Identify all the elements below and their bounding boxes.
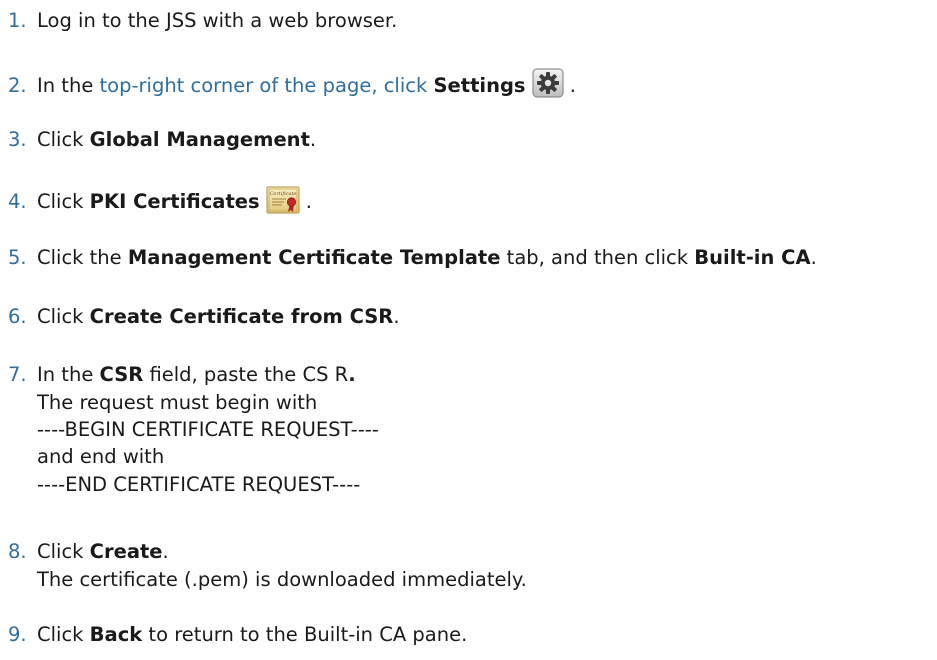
step-number: 8. — [8, 540, 27, 563]
step-text: tab, and then click — [500, 246, 695, 269]
ui-term-pki-certificates: PKI Certificates — [89, 190, 260, 213]
ui-term-settings: Settings — [433, 74, 526, 97]
step-text: Log in to the JSS with a web browser. — [37, 9, 398, 32]
ui-term-csr: CSR — [99, 363, 144, 386]
ui-term-global-management: Global Management — [89, 128, 310, 151]
step-4: 4. Click PKI Certificates Certificate . — [8, 186, 312, 221]
step-7-detail: ----BEGIN CERTIFICATE REQUEST---- — [37, 418, 379, 441]
step-text: Click — [37, 623, 90, 646]
step-number: 2. — [8, 74, 27, 97]
step-text: Click the — [37, 246, 128, 269]
step-8: 8. Click Create. — [8, 539, 169, 565]
step-7-detail: ----END CERTIFICATE REQUEST---- — [37, 473, 361, 496]
ui-term-create-certificate-from-csr: Create Certificate from CSR — [89, 305, 394, 328]
step-8-detail: The certificate (.pem) is downloaded imm… — [37, 568, 527, 591]
ui-term-create: Create — [89, 540, 163, 563]
step-number: 7. — [8, 363, 27, 386]
step-2: 2. In the top-right corner of the page, c… — [8, 68, 576, 105]
step-text: . — [393, 305, 400, 328]
step-text: . — [810, 246, 817, 269]
step-9: 9. Click Back to return to the Built-in C… — [8, 622, 467, 648]
step-text: Click — [37, 190, 90, 213]
step-text-period: . — [348, 363, 356, 386]
step-text: . — [162, 540, 169, 563]
step-text: In the — [37, 74, 100, 97]
step-5: 5. Click the Management Certificate Templ… — [8, 245, 817, 271]
gear-icon — [532, 68, 564, 105]
step-3: 3. Click Global Management. — [8, 127, 316, 153]
step-number: 4. — [8, 190, 27, 213]
step-7-detail: The request must begin with — [37, 391, 318, 414]
step-7-detail: and end with — [37, 445, 165, 468]
step-number: 9. — [8, 623, 27, 646]
step-text: to return to the Built-in CA pane. — [142, 623, 468, 646]
certificate-icon: Certificate — [266, 186, 300, 221]
step-text: Click — [37, 540, 90, 563]
step-text: Click — [37, 128, 90, 151]
step-number: 1. — [8, 9, 27, 32]
step-text: In the — [37, 363, 100, 386]
svg-text:Certificate: Certificate — [269, 191, 296, 197]
step-6: 6. Click Create Certificate from CSR. — [8, 304, 400, 330]
step-text-highlight: top-right corner of the page, click — [99, 74, 434, 97]
step-text: field, paste the CS R — [143, 363, 349, 386]
step-number: 6. — [8, 305, 27, 328]
ui-term-management-certificate-template: Management Certificate Template — [127, 246, 501, 269]
step-text: Click — [37, 305, 90, 328]
step-text: . — [309, 128, 317, 151]
ui-term-built-in-ca: Built-in CA — [694, 246, 811, 269]
step-text: . — [563, 74, 576, 97]
step-number: 3. — [8, 128, 27, 151]
step-7: 7. In the CSR field, paste the CS R. — [8, 362, 356, 388]
ui-term-back: Back — [89, 623, 143, 646]
step-text: . — [299, 190, 313, 213]
step-1: 1. Log in to the JSS with a web browser. — [8, 8, 397, 34]
step-number: 5. — [8, 246, 27, 269]
